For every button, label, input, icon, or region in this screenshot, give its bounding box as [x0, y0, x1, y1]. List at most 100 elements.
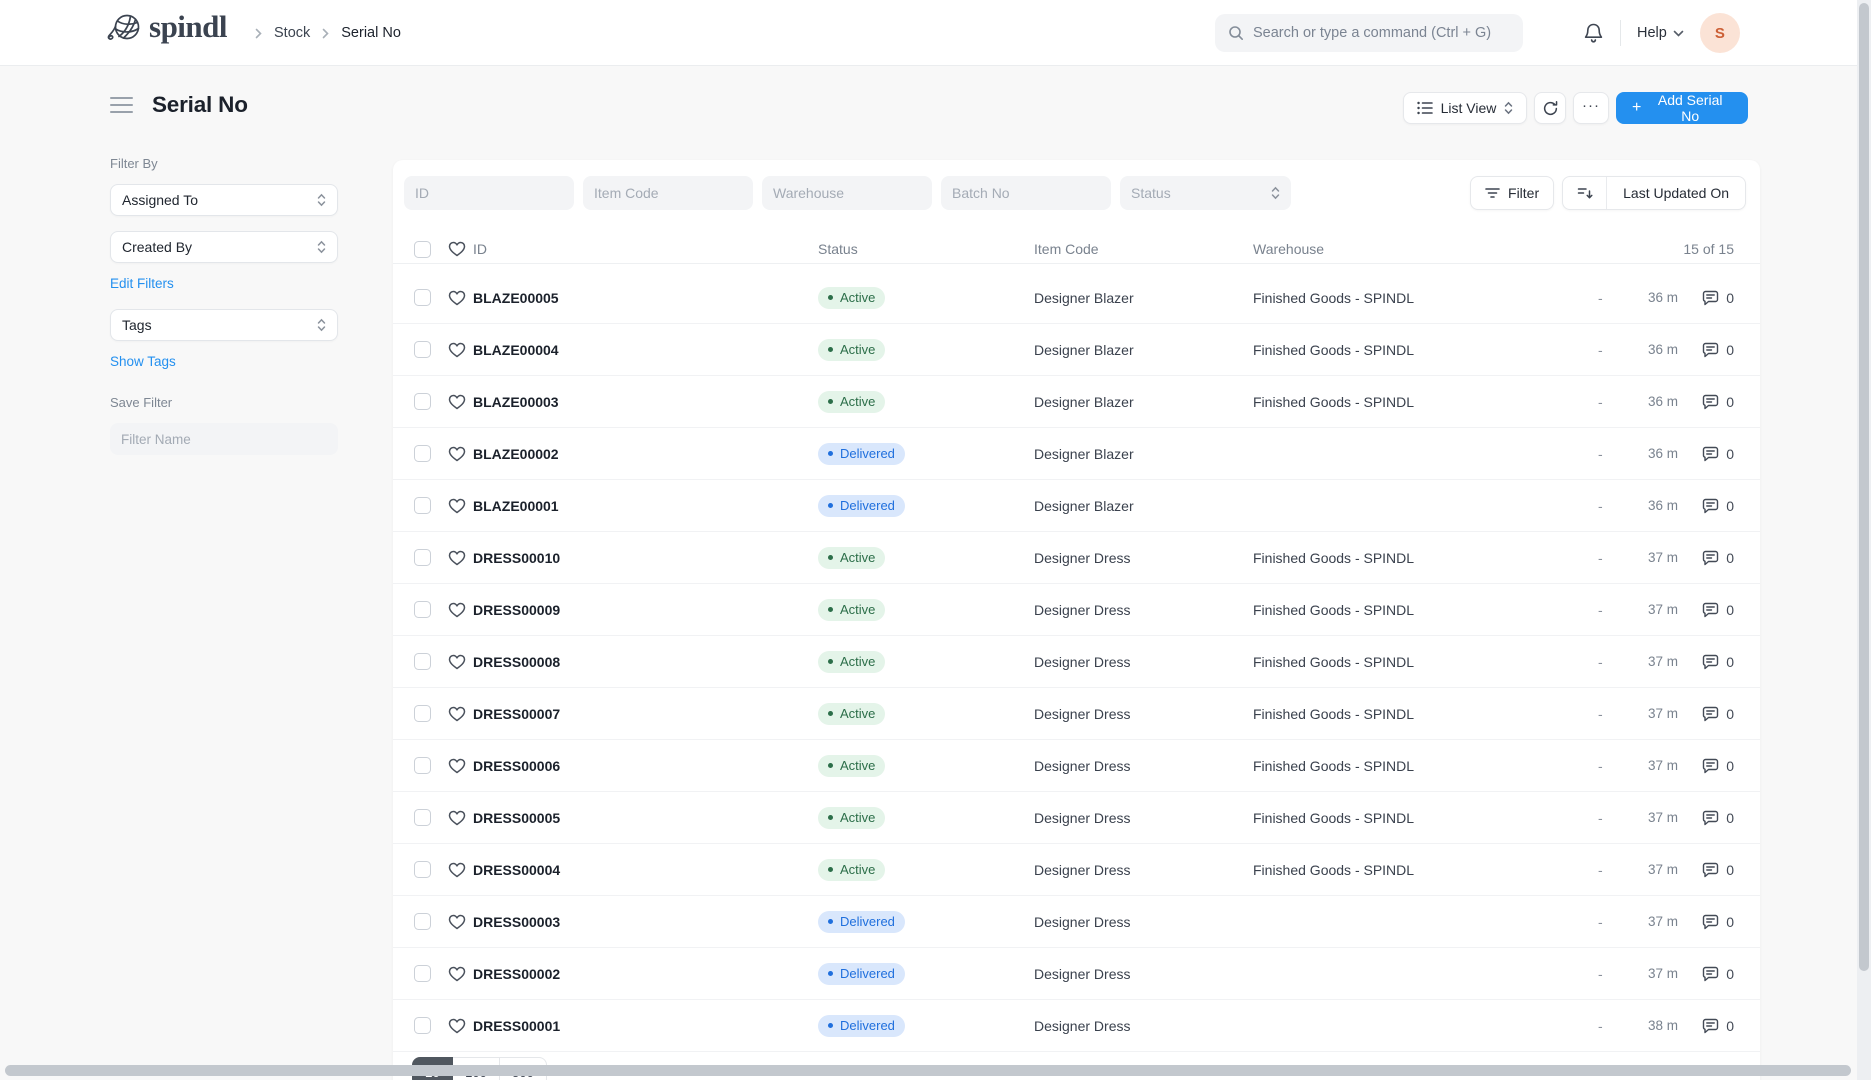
brand-logo[interactable]: spindl — [106, 11, 228, 44]
row-checkbox[interactable] — [414, 965, 431, 982]
assigned-to-select[interactable]: Assigned To — [110, 184, 338, 216]
vertical-scrollbar-thumb[interactable] — [1859, 3, 1869, 971]
horizontal-scrollbar-thumb[interactable] — [5, 1065, 1851, 1076]
row-checkbox[interactable] — [414, 341, 431, 358]
heart-icon[interactable] — [431, 862, 466, 878]
row-id-link[interactable]: DRESS00002 — [466, 966, 818, 982]
show-tags-link[interactable]: Show Tags — [110, 354, 338, 369]
table-row[interactable]: DRESS00001 Delivered Designer Dress - 38… — [393, 1000, 1760, 1052]
filter-button[interactable]: Filter — [1470, 176, 1555, 210]
row-id-link[interactable]: DRESS00005 — [466, 810, 818, 826]
row-checkbox[interactable] — [414, 861, 431, 878]
header-item-code[interactable]: Item Code — [1034, 241, 1253, 257]
heart-icon[interactable] — [431, 1018, 466, 1034]
heart-icon[interactable] — [431, 758, 466, 774]
table-row[interactable]: DRESS00010 Active Designer Dress Finishe… — [393, 532, 1760, 584]
table-row[interactable]: DRESS00004 Active Designer Dress Finishe… — [393, 844, 1760, 896]
heart-icon[interactable] — [431, 914, 466, 930]
edit-filters-link[interactable]: Edit Filters — [110, 276, 338, 291]
help-menu[interactable]: Help — [1637, 25, 1684, 41]
heart-icon[interactable] — [431, 290, 466, 306]
id-filter-input[interactable] — [404, 176, 574, 210]
row-id-link[interactable]: BLAZE00005 — [466, 290, 818, 306]
created-by-select[interactable]: Created By — [110, 231, 338, 263]
table-row[interactable]: DRESS00008 Active Designer Dress Finishe… — [393, 636, 1760, 688]
row-id-link[interactable]: BLAZE00002 — [466, 446, 818, 462]
heart-icon[interactable] — [431, 654, 466, 670]
row-checkbox[interactable] — [414, 809, 431, 826]
row-checkbox[interactable] — [414, 445, 431, 462]
refresh-button[interactable] — [1534, 92, 1566, 124]
table-row[interactable]: DRESS00007 Active Designer Dress Finishe… — [393, 688, 1760, 740]
search-input[interactable] — [1253, 25, 1510, 41]
sort-button[interactable]: Last Updated On — [1562, 176, 1746, 210]
row-id-link[interactable]: BLAZE00004 — [466, 342, 818, 358]
heart-icon[interactable] — [431, 342, 466, 358]
row-id-link[interactable]: DRESS00004 — [466, 862, 818, 878]
heart-icon[interactable] — [431, 394, 466, 410]
table-row[interactable]: DRESS00009 Active Designer Dress Finishe… — [393, 584, 1760, 636]
row-id-link[interactable]: DRESS00006 — [466, 758, 818, 774]
row-id-link[interactable]: DRESS00008 — [466, 654, 818, 670]
row-checkbox[interactable] — [414, 1017, 431, 1034]
row-checkbox[interactable] — [414, 497, 431, 514]
table-row[interactable]: BLAZE00002 Delivered Designer Blazer - 3… — [393, 428, 1760, 480]
heart-icon[interactable] — [431, 706, 466, 722]
row-id-link[interactable]: DRESS00010 — [466, 550, 818, 566]
table-row[interactable]: DRESS00003 Delivered Designer Dress - 37… — [393, 896, 1760, 948]
heart-icon[interactable] — [431, 446, 466, 462]
table-row[interactable]: DRESS00005 Active Designer Dress Finishe… — [393, 792, 1760, 844]
table-row[interactable]: BLAZE00004 Active Designer Blazer Finish… — [393, 324, 1760, 376]
global-search[interactable] — [1215, 14, 1523, 52]
row-checkbox[interactable] — [414, 289, 431, 306]
breadcrumb-serial-no[interactable]: Serial No — [341, 25, 401, 41]
view-switcher-button[interactable]: List View — [1403, 92, 1527, 124]
item-code-filter-input[interactable] — [583, 176, 753, 210]
add-serial-no-button[interactable]: + Add Serial No — [1616, 92, 1748, 124]
item-code-cell: Designer Blazer — [1034, 289, 1134, 306]
batch-no-filter-input[interactable] — [941, 176, 1111, 210]
breadcrumb-stock[interactable]: Stock — [274, 25, 310, 41]
header-status[interactable]: Status — [818, 241, 1034, 257]
row-checkbox[interactable] — [414, 601, 431, 618]
warehouse-filter-input[interactable] — [762, 176, 932, 210]
row-checkbox[interactable] — [414, 913, 431, 930]
row-checkbox[interactable] — [414, 757, 431, 774]
header-id[interactable]: ID — [466, 241, 818, 257]
select-all-checkbox[interactable] — [414, 240, 431, 258]
heart-icon[interactable] — [431, 602, 466, 618]
comment-icon — [1702, 290, 1719, 306]
sidebar-toggle-icon[interactable] — [110, 94, 133, 117]
filter-name-input[interactable] — [110, 423, 338, 455]
row-id-link[interactable]: DRESS00003 — [466, 914, 818, 930]
tags-select[interactable]: Tags — [110, 309, 338, 341]
assignee-dash-cell: - — [1598, 965, 1603, 982]
row-id-link[interactable]: BLAZE00001 — [466, 498, 818, 514]
row-checkbox[interactable] — [414, 549, 431, 566]
row-checkbox[interactable] — [414, 705, 431, 722]
comment-icon — [1702, 966, 1719, 982]
heart-icon[interactable] — [431, 498, 466, 514]
more-options-button[interactable]: ··· — [1573, 92, 1609, 124]
heart-icon[interactable] — [431, 810, 466, 826]
table-row[interactable]: BLAZE00005 Active Designer Blazer Finish… — [393, 272, 1760, 324]
row-id-link[interactable]: DRESS00009 — [466, 602, 818, 618]
status-badge: Active — [818, 806, 886, 829]
assignee-dash-cell: - — [1598, 393, 1603, 410]
row-checkbox[interactable] — [414, 393, 431, 410]
row-id-link[interactable]: BLAZE00003 — [466, 394, 818, 410]
assignee-dash-cell: - — [1598, 549, 1603, 566]
notification-bell-icon[interactable] — [1583, 22, 1604, 44]
heart-icon[interactable] — [431, 966, 466, 982]
row-checkbox[interactable] — [414, 653, 431, 670]
header-warehouse[interactable]: Warehouse — [1253, 241, 1598, 257]
table-row[interactable]: DRESS00002 Delivered Designer Dress - 37… — [393, 948, 1760, 1000]
heart-icon[interactable] — [431, 550, 466, 566]
table-row[interactable]: DRESS00006 Active Designer Dress Finishe… — [393, 740, 1760, 792]
avatar[interactable]: S — [1699, 13, 1740, 53]
row-id-link[interactable]: DRESS00001 — [466, 1018, 818, 1034]
table-row[interactable]: BLAZE00001 Delivered Designer Blazer - 3… — [393, 480, 1760, 532]
status-filter-select[interactable]: Status — [1120, 176, 1291, 210]
row-id-link[interactable]: DRESS00007 — [466, 706, 818, 722]
table-row[interactable]: BLAZE00003 Active Designer Blazer Finish… — [393, 376, 1760, 428]
